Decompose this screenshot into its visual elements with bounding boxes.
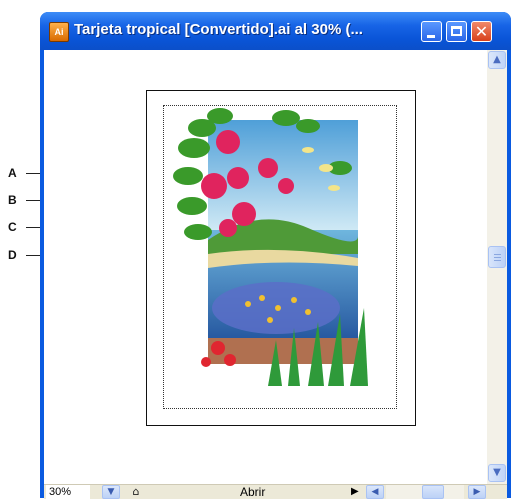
status-menu-arrow[interactable]: ▶	[351, 485, 359, 499]
zoom-dropdown-button[interactable]: ▼	[102, 485, 120, 499]
scroll-left-button[interactable]: ◀	[366, 485, 384, 499]
horizontal-scroll-thumb[interactable]	[422, 485, 444, 499]
status-text: Abrir	[240, 485, 266, 499]
illustrator-app-icon[interactable]: Ai	[49, 22, 69, 42]
maximize-icon	[451, 26, 462, 36]
vertical-scrollbar[interactable]: ▲ ▼	[487, 50, 507, 484]
close-button[interactable]: ✕	[471, 21, 492, 42]
minimize-icon	[427, 35, 435, 38]
callout-label-a: A	[8, 166, 17, 180]
scroll-right-button[interactable]: ▶	[468, 485, 486, 499]
vertical-scroll-thumb[interactable]	[488, 246, 506, 268]
maximize-button[interactable]	[446, 21, 467, 42]
tropical-artwork[interactable]	[158, 108, 390, 386]
window-title: Tarjeta tropical [Convertido].ai al 30% …	[74, 21, 363, 38]
status-bar: 30% ▼ ⌂ Abrir ▶ ◀ ▶	[44, 484, 507, 499]
minimize-button[interactable]	[421, 21, 442, 42]
zoom-level-field[interactable]: 30%	[46, 485, 90, 499]
callout-label-d: D	[8, 248, 17, 262]
title-bar[interactable]: Ai Tarjeta tropical [Convertido].ai al 3…	[40, 12, 511, 50]
callout-label-b: B	[8, 193, 17, 207]
close-icon: ✕	[474, 22, 489, 41]
artboard-navigation-icon[interactable]: ⌂	[128, 485, 144, 499]
scroll-up-button[interactable]: ▲	[488, 51, 506, 69]
callout-label-c: C	[8, 220, 17, 234]
horizontal-scrollbar[interactable]	[386, 485, 464, 499]
scroll-down-button[interactable]: ▼	[488, 464, 506, 482]
